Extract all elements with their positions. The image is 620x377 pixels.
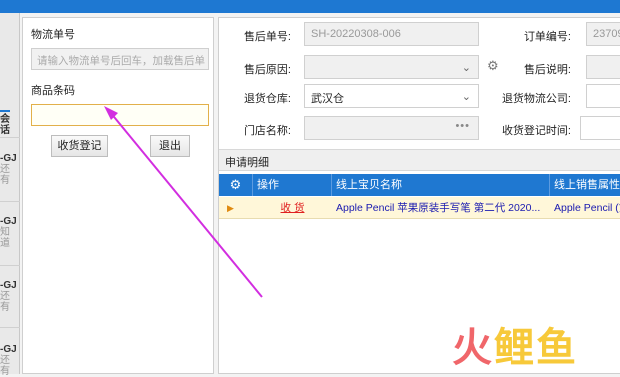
watermark-char: 火 bbox=[452, 326, 494, 370]
warehouse-label: 退货仓库: bbox=[243, 93, 291, 105]
column-header: 线上销售属性 bbox=[554, 179, 620, 191]
column-header: 操作 bbox=[253, 174, 332, 196]
chevron-down-icon: ⌄ bbox=[461, 91, 471, 103]
chat-title: -GJ bbox=[0, 216, 17, 227]
after-sale-no-label: 售后单号: bbox=[243, 31, 291, 43]
chat-title: 会话 bbox=[0, 114, 10, 136]
chat-preview: 还有 bbox=[0, 164, 10, 186]
chat-title: -GJ bbox=[0, 280, 17, 291]
background-chat-list: 会话 -GJ 还有 -GJ 知道 -GJ 还有 -GJ 还有 bbox=[0, 13, 20, 377]
watermark-char: 鲤 bbox=[494, 326, 536, 370]
warehouse-value: 武汉仓 bbox=[311, 93, 344, 105]
exit-button[interactable]: 退出 bbox=[150, 135, 190, 157]
return-logistics-label: 退货物流公司: bbox=[501, 93, 571, 105]
chat-title: -GJ bbox=[0, 153, 17, 164]
after-sale-no-field[interactable]: SH-20220308-006 bbox=[304, 22, 479, 46]
chat-item[interactable]: -GJ 还有 bbox=[0, 344, 19, 377]
table-row[interactable]: ▶ 收 货 Apple Pencil 苹果原装手写笔 第二代 2020... A… bbox=[219, 197, 620, 219]
chevron-down-icon: ⌄ bbox=[461, 62, 471, 74]
receive-register-button[interactable]: 收货登记 bbox=[51, 135, 108, 157]
detail-section-header: 申请明细 bbox=[219, 149, 620, 171]
divider bbox=[0, 201, 20, 202]
description-field[interactable] bbox=[586, 55, 620, 79]
detail-table-header: ⚙ 操作 线上宝贝名称 线上销售属性 bbox=[219, 174, 620, 196]
watermark-char: 鱼 bbox=[536, 326, 578, 370]
receive-time-label: 收货登记时间: bbox=[501, 125, 571, 137]
after-sale-form: 售后单号: SH-20220308-006 订单编号: 23709 售后原因: … bbox=[218, 17, 620, 374]
more-icon[interactable]: ••• bbox=[455, 120, 470, 132]
description-label: 售后说明: bbox=[523, 64, 571, 76]
chat-preview: 还有 bbox=[0, 291, 10, 313]
reason-label: 售后原因: bbox=[243, 64, 291, 76]
warehouse-select[interactable]: 武汉仓 ⌄ bbox=[304, 84, 479, 108]
logistics-no-label: 物流单号 bbox=[31, 29, 75, 41]
product-name-cell: Apple Pencil 苹果原装手写笔 第二代 2020... bbox=[336, 202, 541, 214]
return-logistics-field[interactable] bbox=[586, 84, 620, 108]
receive-time-field[interactable] bbox=[580, 116, 620, 140]
barcode-label: 商品条码 bbox=[31, 85, 75, 97]
divider bbox=[0, 265, 20, 266]
divider bbox=[0, 327, 20, 328]
divider bbox=[0, 137, 20, 138]
reason-select[interactable]: ⌄ bbox=[304, 55, 479, 79]
window-title-bar bbox=[0, 0, 620, 13]
logistics-no-input[interactable]: 请输入物流单号后回车，加载售后单 bbox=[31, 48, 209, 70]
watermark-logo: 火鲤鱼 bbox=[452, 326, 578, 370]
chat-item[interactable]: 会话 bbox=[0, 114, 19, 136]
chat-preview: 知道 bbox=[0, 227, 10, 249]
receive-action-link[interactable]: 收 货 bbox=[253, 197, 332, 219]
sales-attribute-cell: Apple Pencil (第 bbox=[554, 202, 620, 214]
store-field[interactable]: ••• bbox=[304, 116, 479, 140]
scan-panel: 物流单号 请输入物流单号后回车，加载售后单 商品条码 收货登记 退出 bbox=[22, 17, 214, 374]
chat-item[interactable]: -GJ 知道 bbox=[0, 216, 19, 249]
order-no-label: 订单编号: bbox=[523, 31, 571, 43]
barcode-input[interactable] bbox=[31, 104, 209, 126]
column-header: 线上宝贝名称 bbox=[332, 174, 550, 196]
row-marker-icon: ▶ bbox=[227, 203, 234, 213]
gear-icon[interactable]: ⚙ bbox=[487, 58, 499, 74]
chat-item[interactable]: -GJ 还有 bbox=[0, 153, 19, 186]
active-indicator bbox=[0, 110, 10, 112]
store-label: 门店名称: bbox=[243, 125, 291, 137]
chat-title: -GJ bbox=[0, 344, 17, 355]
chat-item[interactable]: -GJ 还有 bbox=[0, 280, 19, 313]
settings-icon[interactable]: ⚙ bbox=[219, 174, 253, 196]
order-no-field[interactable]: 23709 bbox=[586, 22, 620, 46]
